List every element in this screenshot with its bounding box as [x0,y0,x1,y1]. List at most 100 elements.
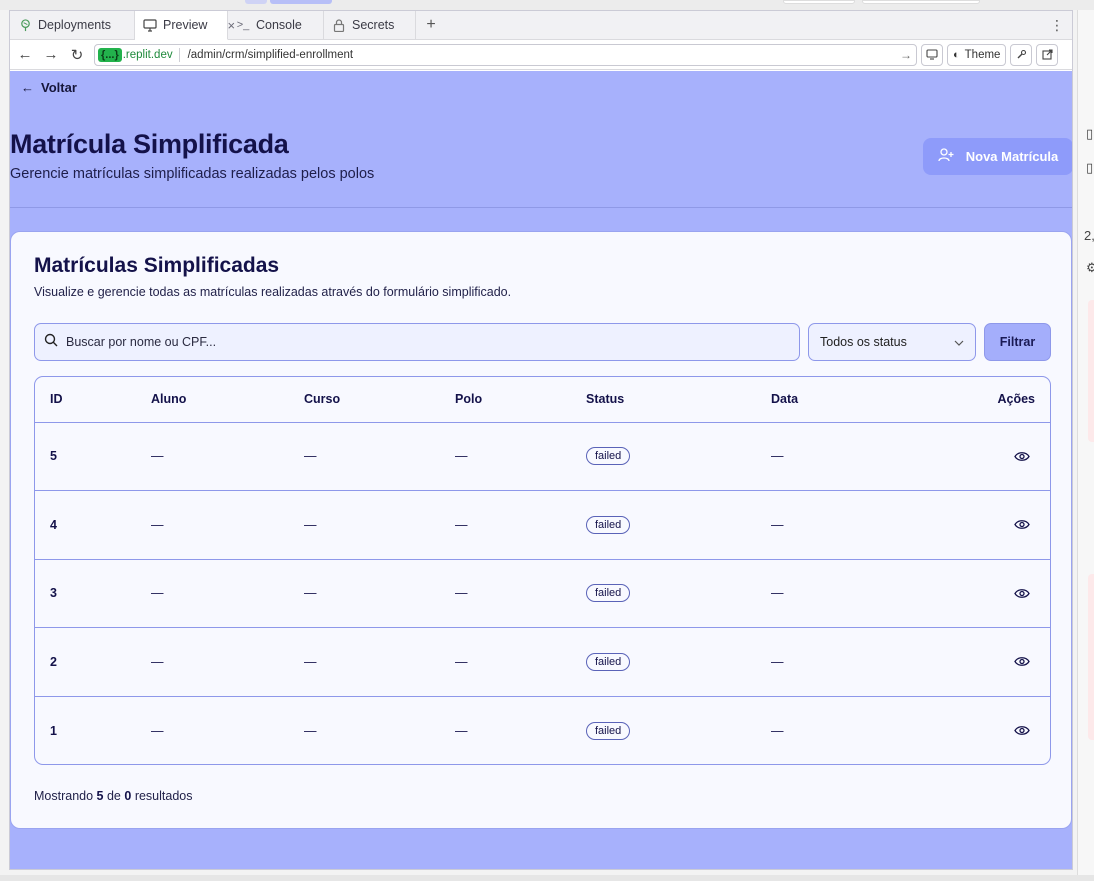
cell-polo: — [455,586,468,601]
new-tab-button[interactable]: + [416,11,446,39]
cell-data: — [771,449,784,464]
eye-icon[interactable] [1013,584,1031,602]
tab-bar: Deployments Preview × >_ Console Secrets… [10,11,1072,40]
eye-icon[interactable] [1013,447,1031,465]
table-row[interactable]: 5 — — — failed — [35,422,1050,491]
back-arrow-icon[interactable]: ← [12,42,38,68]
cell-curso: — [304,586,317,601]
url-domain: .replit.dev [122,48,173,61]
side-icon: ⚙ [1086,260,1094,275]
divider [10,207,1072,208]
device-icon[interactable] [921,43,943,66]
top-chip [270,0,332,4]
cell-curso: — [304,449,317,464]
cell-data: — [771,517,784,532]
table-row[interactable]: 1 — — — failed — [35,696,1050,764]
cell-id: 1 [50,723,57,738]
eye-icon[interactable] [1013,722,1031,740]
table-row[interactable]: 4 — — — failed — [35,490,1050,560]
theme-button[interactable]: ◐ Theme [947,43,1007,66]
kebab-menu-icon[interactable]: ⋮ [1050,16,1064,34]
side-app-strip: ▯ ▯ 2, ⚙ [1077,10,1094,875]
cell-id: 3 [50,586,57,601]
cell-data: — [771,586,784,601]
top-chip [245,0,267,4]
column-header-data[interactable]: Data [771,377,961,422]
palette-icon: ◐ [953,48,960,61]
arrow-left-icon: ← [21,80,34,95]
status-badge: failed [586,584,631,603]
enrollments-card: Matrículas Simplificadas Visualize e ger… [10,231,1072,829]
column-header-id[interactable]: ID [35,377,151,422]
cell-acoes [961,559,1050,628]
url-field[interactable]: {...} .replit.dev /admin/crm/simplified-… [94,43,917,66]
cell-status: failed [586,559,771,628]
external-link-icon[interactable] [1036,43,1059,66]
go-arrow-icon[interactable]: → [900,48,912,62]
column-header-aluno[interactable]: Aluno [151,377,304,422]
cell-status: failed [586,422,771,491]
card-subtitle: Visualize e gerencie todas as matrículas… [34,285,512,299]
bottom-strip [0,875,1094,881]
table-row[interactable]: 3 — — — failed — [35,559,1050,628]
forward-arrow-icon[interactable]: → [38,42,64,68]
search-input[interactable] [66,335,799,349]
cell-curso: — [304,517,317,532]
cell-data: — [771,654,784,669]
cell-data: — [771,723,784,738]
terminal-icon: >_ [236,19,250,31]
cell-acoes [961,491,1050,560]
browser-window: Deployments Preview × >_ Console Secrets… [9,10,1073,870]
cell-polo: — [455,723,468,738]
back-link[interactable]: ← Voltar [21,80,77,95]
tab-label: Deployments [38,18,111,32]
wrench-icon[interactable] [1010,43,1033,66]
status-badge: failed [586,515,631,534]
cell-polo: — [455,449,468,464]
monitor-icon [143,18,157,32]
cell-id: 5 [50,449,57,464]
back-label: Voltar [41,80,77,95]
column-header-polo[interactable]: Polo [455,377,586,422]
cell-acoes [961,422,1050,491]
url-divider [178,47,180,62]
cell-curso: — [304,723,317,738]
tab-preview[interactable]: Preview × [135,11,235,40]
page-title: Matrícula Simplificada [10,129,289,159]
cell-aluno: — [151,654,164,669]
table-row[interactable]: 2 — — — failed — [35,627,1050,697]
summary-prefix: Mostrando [34,789,94,803]
chevron-down-icon [954,335,964,349]
cell-aluno: — [151,517,164,532]
side-icon: ▯ [1086,126,1094,141]
column-header-curso[interactable]: Curso [304,377,455,422]
cell-polo: — [455,517,468,532]
url-subdomain: {...} [98,47,122,62]
eye-icon[interactable] [1013,516,1031,534]
card-title: Matrículas Simplificadas [34,254,280,277]
status-badge: failed [586,721,631,740]
column-header-status[interactable]: Status [586,377,771,422]
column-header-acoes: Ações [997,392,1035,407]
status-badge: failed [586,652,631,671]
summary-total: 0 [124,789,132,803]
eye-icon[interactable] [1013,653,1031,671]
url-path: /admin/crm/simplified-enrollment [187,48,354,61]
status-select[interactable]: Todos os status [808,323,976,361]
tab-deployments[interactable]: Deployments [10,11,135,39]
side-icon: ▯ [1086,160,1094,175]
cell-aluno: — [151,586,164,601]
tab-secrets[interactable]: Secrets [324,11,416,39]
page-content: ← Voltar Matrícula Simplificada Gerencie… [10,71,1072,869]
filter-button[interactable]: Filtrar [984,323,1051,361]
side-panel [1088,300,1094,442]
tab-label: Secrets [352,18,395,32]
tab-label: Preview [163,18,208,32]
new-enrollment-button[interactable]: Nova Matrícula [923,138,1072,175]
reload-icon[interactable]: ↻ [64,42,90,68]
summary-suffix: resultados [134,789,193,803]
cell-acoes [961,696,1050,764]
enrollments-table: ID Aluno Curso Polo Status Data Ações 5 [34,376,1051,765]
tab-console[interactable]: >_ Console [228,11,324,39]
search-icon [44,333,58,352]
